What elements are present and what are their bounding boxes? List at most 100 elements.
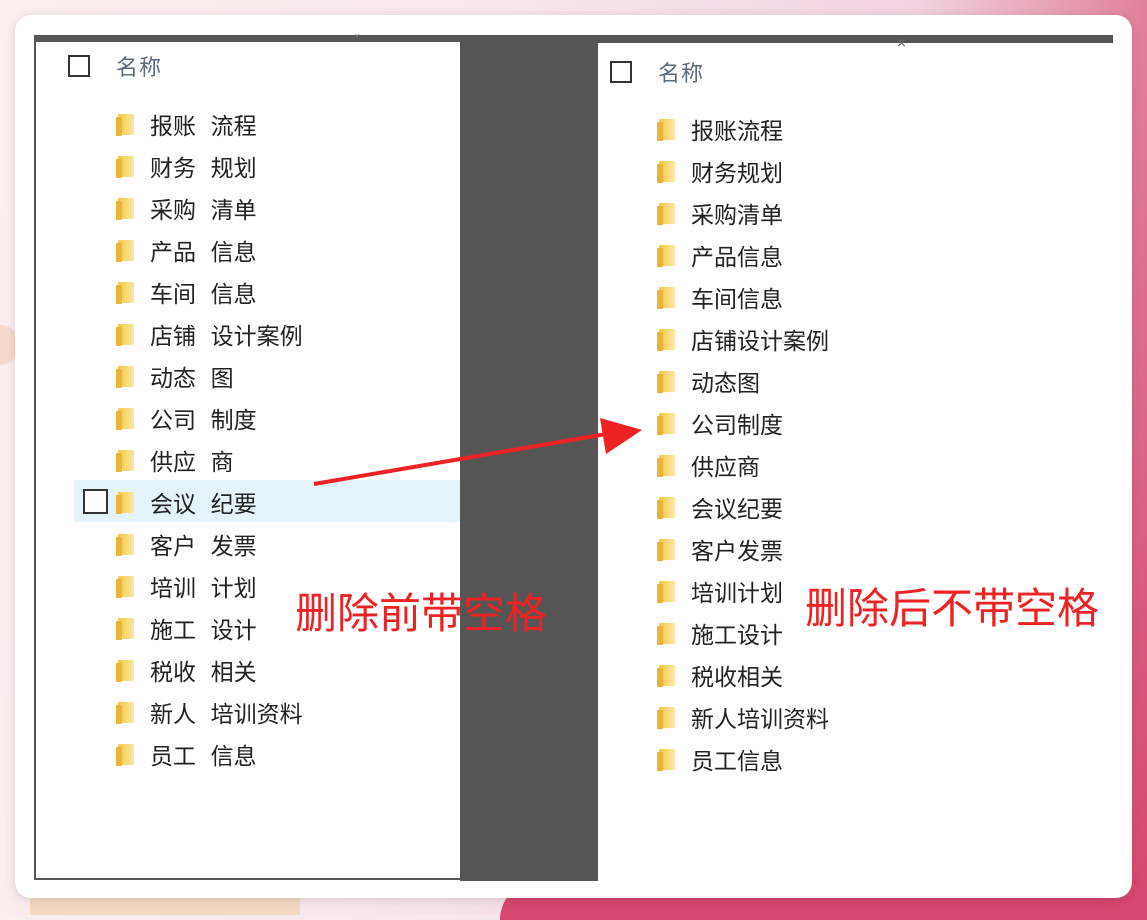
folder-icon <box>657 747 675 771</box>
folder-icon <box>657 243 675 267</box>
folder-icon <box>116 238 134 262</box>
folder-name: 采购清单 <box>691 203 783 229</box>
folder-item[interactable]: 税收 相关 <box>116 649 303 691</box>
folder-item[interactable]: 产品信息 <box>657 234 829 276</box>
folder-icon <box>116 112 134 136</box>
annotation-before: 删除前带空格 <box>295 589 548 638</box>
folder-item[interactable]: 产品 信息 <box>116 229 303 271</box>
folder-icon <box>116 532 134 556</box>
folder-item[interactable]: 财务 规划 <box>116 145 303 187</box>
folder-name: 报账 流程 <box>150 114 257 140</box>
folder-icon <box>657 369 675 393</box>
folder-item[interactable]: 供应商 <box>657 444 829 486</box>
folder-name: 施工 设计 <box>150 618 257 644</box>
folder-name: 客户发票 <box>691 539 783 565</box>
folder-icon <box>116 574 134 598</box>
folder-name: 车间 信息 <box>150 282 257 308</box>
folder-icon <box>116 154 134 178</box>
folder-name: 公司制度 <box>691 413 783 439</box>
folder-icon <box>657 117 675 141</box>
folder-name: 培训 计划 <box>150 576 257 602</box>
name-column-header[interactable]: 名称 <box>658 56 704 88</box>
folder-item[interactable]: 培训计划 <box>657 570 829 612</box>
folder-item[interactable]: 员工 信息 <box>116 733 303 775</box>
folder-icon <box>116 742 134 766</box>
background-shape <box>30 895 300 915</box>
select-all-checkbox[interactable] <box>68 55 90 77</box>
folder-icon <box>116 280 134 304</box>
folder-icon <box>116 406 134 430</box>
folder-item[interactable]: 培训 计划 <box>116 565 303 607</box>
folder-name: 会议 纪要 <box>150 492 257 518</box>
folder-item[interactable]: 会议纪要 <box>657 486 829 528</box>
folder-icon <box>116 196 134 220</box>
right-header-row: 名称 <box>610 56 704 88</box>
folder-name: 财务 规划 <box>150 156 257 182</box>
folder-icon <box>657 579 675 603</box>
close-icon[interactable]: × <box>896 37 907 50</box>
folder-item[interactable]: 税收相关 <box>657 654 829 696</box>
folder-item[interactable]: 公司制度 <box>657 402 829 444</box>
folder-name: 会议纪要 <box>691 497 783 523</box>
panel-top-border <box>36 37 460 42</box>
folder-icon <box>116 490 134 514</box>
row-checkbox[interactable] <box>83 489 108 514</box>
folder-item[interactable]: 报账 流程 <box>116 103 303 145</box>
folder-item[interactable]: 报账流程 <box>657 108 829 150</box>
folder-name: 员工信息 <box>691 749 783 775</box>
left-header-row: 名称 <box>68 50 162 82</box>
folder-item[interactable]: 新人 培训资料 <box>116 691 303 733</box>
folder-item[interactable]: 施工 设计 <box>116 607 303 649</box>
folder-name: 公司 制度 <box>150 408 257 434</box>
folder-item[interactable]: 新人培训资料 <box>657 696 829 738</box>
folder-name: 店铺设计案例 <box>691 329 829 355</box>
folder-item[interactable]: 店铺设计案例 <box>657 318 829 360</box>
select-all-checkbox[interactable] <box>610 61 632 83</box>
folder-item[interactable]: 客户发票 <box>657 528 829 570</box>
folder-name: 店铺 设计案例 <box>150 324 303 350</box>
folder-item[interactable]: 供应 商 <box>116 439 303 481</box>
folder-name: 报账流程 <box>691 119 783 145</box>
close-icon[interactable]: ˇ <box>354 35 361 48</box>
folder-item[interactable]: 员工信息 <box>657 738 829 780</box>
folder-item[interactable]: 车间 信息 <box>116 271 303 313</box>
folder-name: 税收相关 <box>691 665 783 691</box>
folder-icon <box>657 663 675 687</box>
folder-name: 车间信息 <box>691 287 783 313</box>
folder-name: 产品 信息 <box>150 240 257 266</box>
folder-item[interactable]: 店铺 设计案例 <box>116 313 303 355</box>
name-column-header[interactable]: 名称 <box>116 50 162 82</box>
folder-icon <box>657 285 675 309</box>
folder-name: 产品信息 <box>691 245 783 271</box>
folder-item[interactable]: 采购 清单 <box>116 187 303 229</box>
panel-top-border <box>598 35 1113 43</box>
folder-item[interactable]: 施工设计 <box>657 612 829 654</box>
folder-name: 采购 清单 <box>150 198 257 224</box>
folder-name: 新人 培训资料 <box>150 702 303 728</box>
folder-icon <box>116 448 134 472</box>
folder-name: 动态图 <box>691 371 760 397</box>
folder-icon <box>657 201 675 225</box>
folder-name: 客户 发票 <box>150 534 257 560</box>
folder-name: 动态 图 <box>150 366 234 392</box>
folder-item[interactable]: 财务规划 <box>657 150 829 192</box>
folder-name: 税收 相关 <box>150 660 257 686</box>
folder-item[interactable]: 公司 制度 <box>116 397 303 439</box>
folder-icon <box>657 159 675 183</box>
folder-name: 员工 信息 <box>150 744 257 770</box>
folder-name: 培训计划 <box>691 581 783 607</box>
folder-icon <box>657 621 675 645</box>
folder-item[interactable]: 车间信息 <box>657 276 829 318</box>
folder-icon <box>657 327 675 351</box>
folder-item[interactable]: 会议 纪要 <box>116 481 303 523</box>
folder-item[interactable]: 客户 发票 <box>116 523 303 565</box>
folder-name: 施工设计 <box>691 623 783 649</box>
left-folder-list: 报账 流程财务 规划采购 清单产品 信息车间 信息店铺 设计案例 动态 图公司 制… <box>116 103 303 775</box>
folder-item[interactable]: 采购清单 <box>657 192 829 234</box>
folder-name: 供应 商 <box>150 450 234 476</box>
folder-item[interactable]: 动态图 <box>657 360 829 402</box>
folder-item[interactable]: 动态 图 <box>116 355 303 397</box>
folder-icon <box>116 700 134 724</box>
folder-name: 财务规划 <box>691 161 783 187</box>
annotation-after: 删除后不带空格 <box>805 584 1100 633</box>
